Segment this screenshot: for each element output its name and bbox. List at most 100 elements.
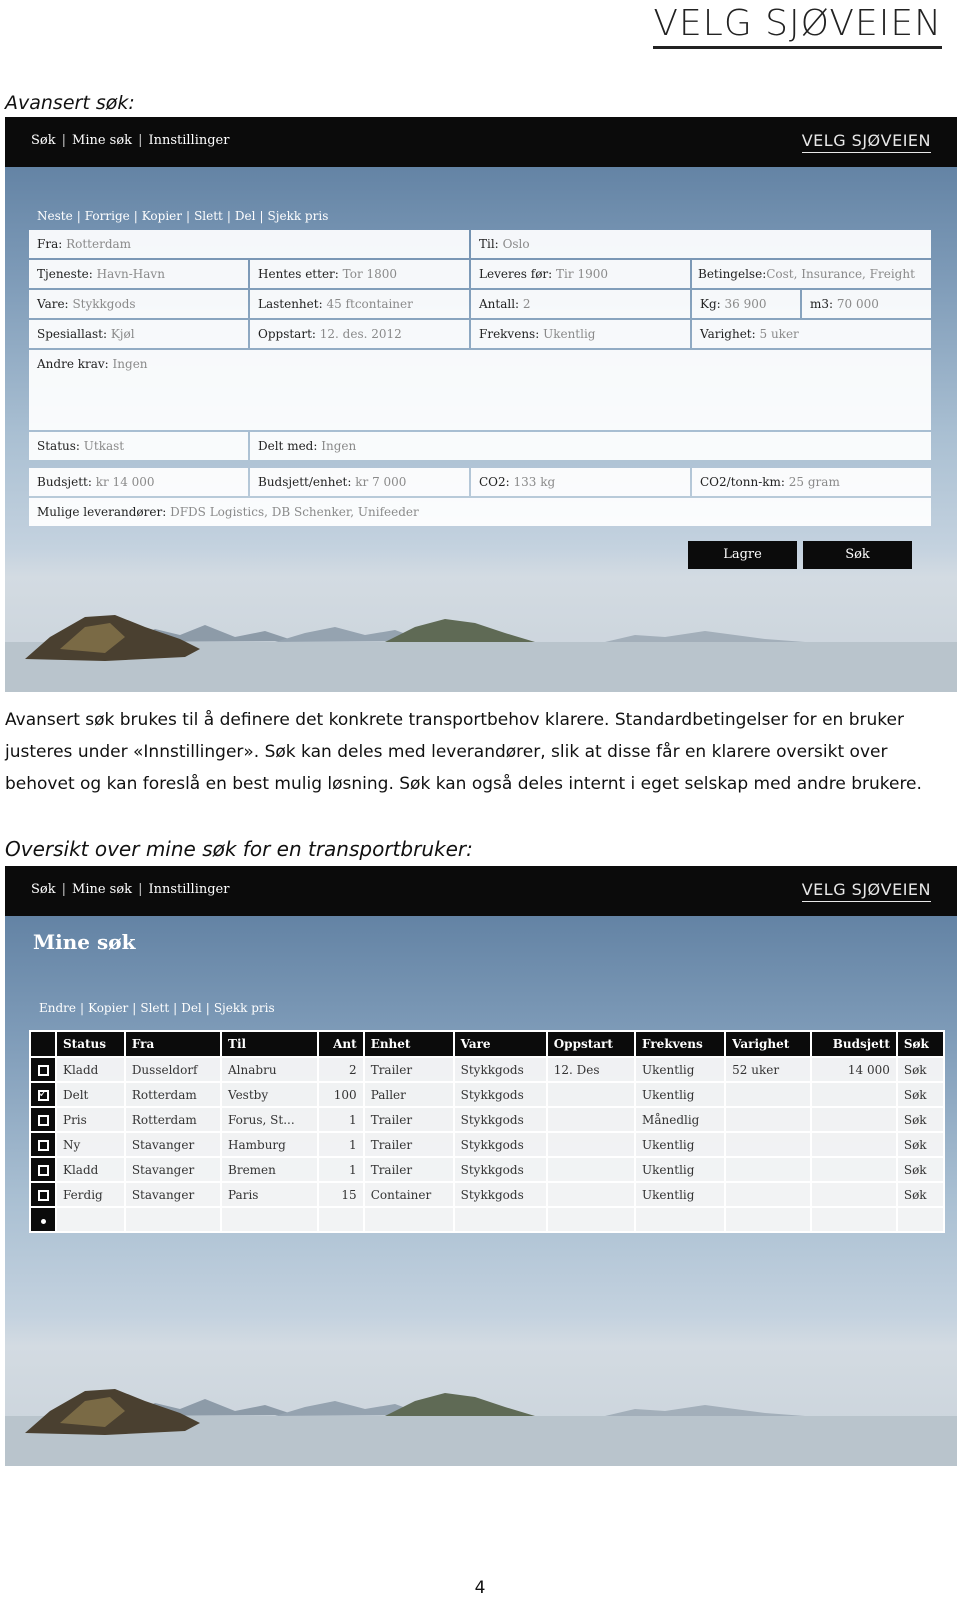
app-brand: VELG SJØVEIEN bbox=[801, 131, 931, 153]
checkbox-icon[interactable] bbox=[37, 1064, 49, 1076]
column-header[interactable]: Til bbox=[220, 1030, 320, 1058]
search-button[interactable]: Søk bbox=[803, 541, 912, 569]
table-cell bbox=[545, 1106, 637, 1133]
row-checkbox[interactable] bbox=[29, 1056, 57, 1083]
action-copy[interactable]: Kopier bbox=[142, 209, 182, 223]
column-header[interactable]: Status bbox=[55, 1030, 126, 1058]
quantity-field[interactable]: Antall: 2 bbox=[471, 290, 690, 318]
table-row[interactable]: Ferdig Stavanger Paris 15 Container Stykkgods… bbox=[29, 1181, 946, 1208]
table-cell: Rotterdam bbox=[123, 1106, 223, 1133]
column-header[interactable]: Frekvens bbox=[634, 1030, 727, 1058]
table-cell: Trailer bbox=[362, 1056, 455, 1083]
table-row[interactable]: Pris Rotterdam Forus, St... 1 Trailer Stykkgo… bbox=[29, 1106, 946, 1133]
shared-with-field[interactable]: Delt med: Ingen bbox=[250, 432, 931, 460]
column-header[interactable]: Fra bbox=[123, 1030, 223, 1058]
checked-checkbox-icon[interactable] bbox=[37, 1087, 49, 1101]
budget-field[interactable]: Budsjett: kr 14 000 bbox=[29, 468, 248, 496]
frequency-field[interactable]: Frekvens: Ukentlig bbox=[471, 320, 690, 348]
action-previous[interactable]: Forrige bbox=[85, 209, 130, 223]
table-row[interactable]: Kladd Dusseldorf Alnabru 2 Trailer Stykkgods 1… bbox=[29, 1056, 946, 1083]
row-search-link[interactable]: Søk bbox=[895, 1056, 946, 1083]
service-field[interactable]: Tjeneste: Havn-Havn bbox=[29, 260, 248, 288]
goods-field[interactable]: Vare: Stykkgods bbox=[29, 290, 248, 318]
column-header[interactable]: Oppstart bbox=[545, 1030, 637, 1058]
row-search-link[interactable]: Søk bbox=[895, 1106, 946, 1133]
new-row-marker[interactable] bbox=[29, 1206, 57, 1233]
table-cell: Ferdig bbox=[55, 1181, 126, 1208]
action-copy[interactable]: Kopier bbox=[88, 1001, 128, 1015]
table-row[interactable]: Kladd Stavanger Bremen 1 Trailer Stykkgods Uke… bbox=[29, 1156, 946, 1183]
row-search-link[interactable]: Søk bbox=[895, 1156, 946, 1183]
possible-suppliers-field[interactable]: Mulige leverandører: DFDS Logistics, DB … bbox=[29, 498, 931, 526]
weight-field[interactable]: Kg: 36 900 bbox=[692, 290, 800, 318]
table-cell bbox=[317, 1206, 365, 1233]
row-checkbox[interactable] bbox=[29, 1156, 57, 1183]
column-header[interactable]: Ant bbox=[317, 1030, 365, 1058]
row-search-link[interactable]: Søk bbox=[895, 1131, 946, 1158]
action-share[interactable]: Del bbox=[235, 209, 256, 223]
action-share[interactable]: Del bbox=[181, 1001, 202, 1015]
column-header[interactable]: Søk bbox=[895, 1030, 946, 1058]
column-header[interactable]: Varighet bbox=[724, 1030, 813, 1058]
pickup-after-field[interactable]: Hentes etter: Tor 1800 bbox=[250, 260, 469, 288]
action-delete[interactable]: Slett bbox=[194, 209, 223, 223]
to-field[interactable]: Til: Oslo bbox=[471, 230, 931, 258]
nav-search[interactable]: Søk bbox=[31, 882, 56, 897]
action-delete[interactable]: Slett bbox=[140, 1001, 169, 1015]
volume-field[interactable]: m3: 70 000 bbox=[802, 290, 931, 318]
row-search-link[interactable]: Søk bbox=[895, 1081, 946, 1108]
checkbox-icon[interactable] bbox=[37, 1114, 49, 1126]
row-checkbox[interactable] bbox=[29, 1106, 57, 1133]
other-requirements-field[interactable]: Andre krav: Ingen bbox=[29, 350, 931, 430]
action-edit[interactable]: Endre bbox=[39, 1001, 76, 1015]
action-check-price[interactable]: Sjekk pris bbox=[268, 209, 329, 223]
co2-per-tonne-km-field: CO2/tonn-km: 25 gram bbox=[692, 468, 931, 496]
checkbox-icon[interactable] bbox=[37, 1139, 49, 1151]
search-actions: Neste | Forrige | Kopier | Slett | Del | Sjekk pri… bbox=[37, 209, 329, 223]
status-field[interactable]: Status: Utkast bbox=[29, 432, 248, 460]
terms-field[interactable]: Betingelse:Cost, Insurance, Freight bbox=[692, 260, 931, 288]
checkbox-icon[interactable] bbox=[37, 1164, 49, 1176]
table-cell: 12. Des bbox=[545, 1056, 637, 1083]
load-unit-field[interactable]: Lastenhet: 45 ftcontainer bbox=[250, 290, 469, 318]
table-cell bbox=[810, 1106, 898, 1133]
table-cell bbox=[724, 1156, 813, 1183]
action-next[interactable]: Neste bbox=[37, 209, 73, 223]
table-cell: Stavanger bbox=[123, 1131, 223, 1158]
logo-wordmark: VELG SJØVEIEN bbox=[653, 3, 942, 44]
table-cell: 1 bbox=[317, 1156, 365, 1183]
table-cell bbox=[724, 1131, 813, 1158]
start-date-field[interactable]: Oppstart: 12. des. 2012 bbox=[250, 320, 469, 348]
table-cell: Kladd bbox=[55, 1056, 126, 1083]
special-cargo-field[interactable]: Spesiallast: Kjøl bbox=[29, 320, 248, 348]
deliver-before-field[interactable]: Leveres før: Tir 1900 bbox=[471, 260, 690, 288]
table-cell: Paris bbox=[220, 1181, 320, 1208]
table-row[interactable]: DeltRotterdamVestby100PallerStykkgods Uke… bbox=[29, 1081, 946, 1108]
column-header[interactable]: Enhet bbox=[362, 1030, 455, 1058]
table-cell: Hamburg bbox=[220, 1131, 320, 1158]
row-checkbox[interactable] bbox=[29, 1181, 57, 1208]
nav-my-searches[interactable]: Mine søk bbox=[72, 882, 132, 897]
column-header[interactable]: Vare bbox=[452, 1030, 548, 1058]
row-search-link[interactable]: Søk bbox=[895, 1181, 946, 1208]
table-cell bbox=[452, 1206, 548, 1233]
table-cell: Ukentlig bbox=[634, 1181, 727, 1208]
my-searches-screenshot: Søk | Mine søk | Innstillinger VELG SJØVEIEN… bbox=[5, 866, 957, 1466]
checkbox-icon[interactable] bbox=[37, 1189, 49, 1201]
new-row[interactable] bbox=[29, 1206, 946, 1233]
row-checkbox[interactable] bbox=[29, 1081, 57, 1108]
table-row[interactable]: Ny Stavanger Hamburg 1 Trailer Stykkgods Ukent… bbox=[29, 1131, 946, 1158]
column-header[interactable]: Budsjett bbox=[810, 1030, 898, 1058]
duration-field[interactable]: Varighet: 5 uker bbox=[692, 320, 931, 348]
nav-my-searches[interactable]: Mine søk bbox=[72, 133, 132, 148]
table-cell bbox=[724, 1106, 813, 1133]
save-button[interactable]: Lagre bbox=[688, 541, 797, 569]
row-checkbox[interactable] bbox=[29, 1131, 57, 1158]
budget-per-unit-field[interactable]: Budsjett/enhet: kr 7 000 bbox=[250, 468, 469, 496]
app-brand: VELG SJØVEIEN bbox=[801, 880, 931, 902]
from-field[interactable]: Fra: Rotterdam bbox=[29, 230, 469, 258]
nav-settings[interactable]: Innstillinger bbox=[148, 882, 229, 897]
action-check-price[interactable]: Sjekk pris bbox=[214, 1001, 275, 1015]
nav-settings[interactable]: Innstillinger bbox=[148, 133, 229, 148]
nav-search[interactable]: Søk bbox=[31, 133, 56, 148]
